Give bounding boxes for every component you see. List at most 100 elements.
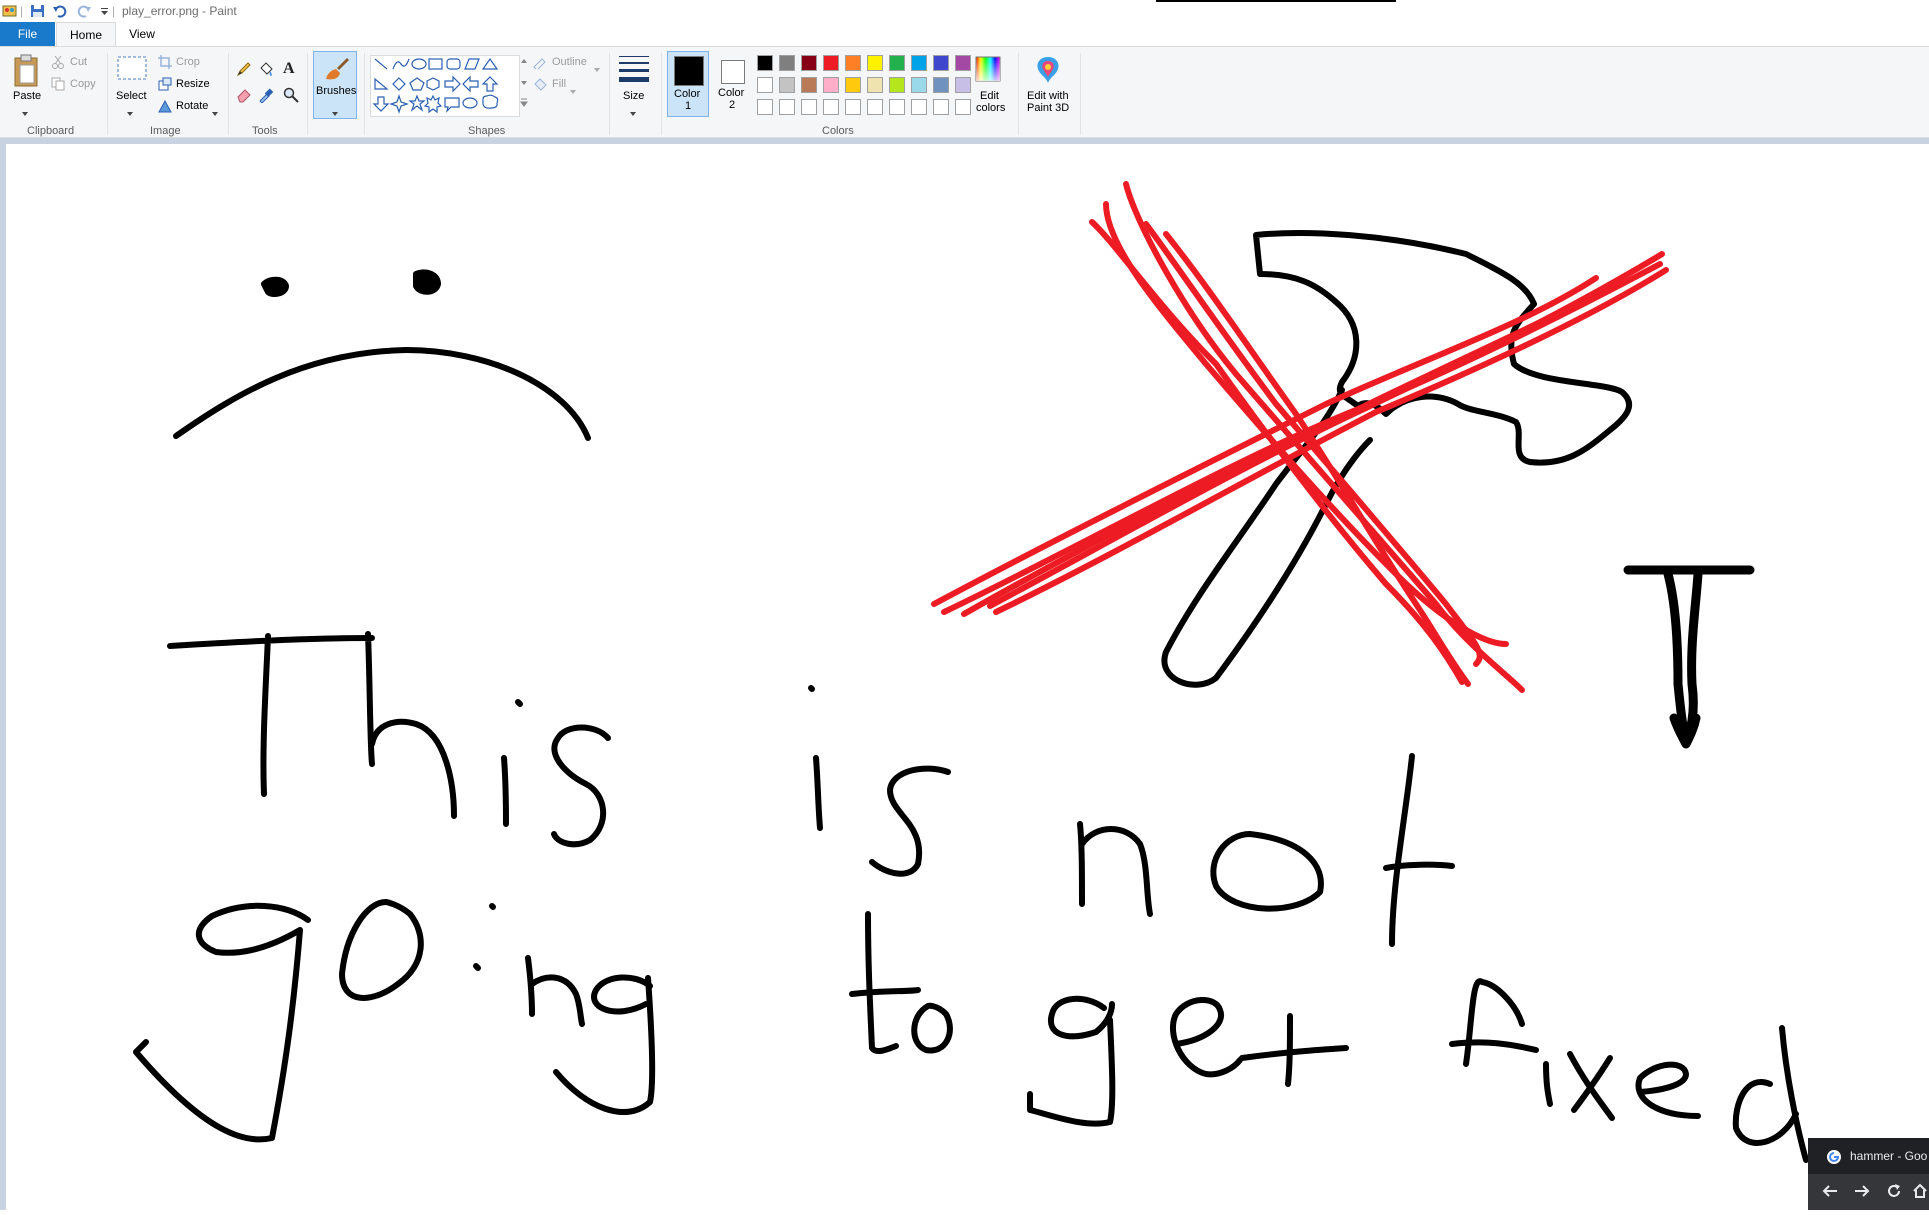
title-bar: | | play_error.png - Paint (0, 0, 1929, 22)
save-icon[interactable] (30, 3, 46, 18)
text-going-n (525, 955, 585, 1027)
palette-swatch[interactable] (801, 77, 817, 93)
paste-button[interactable] (12, 53, 42, 94)
palette-swatch[interactable] (911, 77, 927, 93)
text-fixed-x (1567, 1051, 1615, 1121)
palette-swatch[interactable] (845, 99, 861, 115)
color-picker-icon[interactable] (258, 87, 274, 108)
google-icon (1826, 1149, 1842, 1170)
shapes-group-label: Shapes (468, 125, 506, 137)
paste-label: Paste (13, 90, 42, 102)
magnifier-icon[interactable] (283, 87, 299, 108)
shapes-gallery[interactable] (370, 55, 520, 117)
palette-swatch[interactable] (845, 77, 861, 93)
palette-swatch[interactable] (823, 55, 839, 71)
paint3d-icon[interactable] (1034, 55, 1062, 90)
image-group-label: Image (150, 125, 181, 137)
crop-button[interactable]: Crop (176, 56, 200, 68)
divider (609, 53, 610, 135)
divider (661, 53, 662, 135)
palette-swatch[interactable] (757, 77, 773, 93)
color1-button[interactable]: Color 1 (667, 51, 709, 117)
text-tool-icon[interactable]: A (283, 60, 295, 78)
palette-swatch[interactable] (955, 55, 971, 71)
face-right-eye (413, 269, 441, 295)
resize-button[interactable]: Resize (176, 78, 210, 90)
resize-icon (158, 77, 172, 96)
palette-swatch[interactable] (889, 55, 905, 71)
brushes-button[interactable]: Brushes (313, 51, 357, 119)
divider (107, 53, 108, 135)
palette-swatch[interactable] (845, 55, 861, 71)
palette-swatch[interactable] (823, 99, 839, 115)
size-dropdown-icon[interactable] (630, 104, 638, 122)
customize-toolbar-icon[interactable] (100, 3, 110, 18)
palette-swatch[interactable] (779, 55, 795, 71)
palette-swatch[interactable] (757, 99, 773, 115)
copy-button[interactable]: Copy (70, 78, 96, 90)
palette-swatch[interactable] (955, 77, 971, 93)
drawing-canvas[interactable] (6, 144, 1929, 1210)
fill-bucket-icon[interactable] (258, 61, 274, 82)
browser-window-preview[interactable]: hammer - Goo (1808, 1138, 1929, 1210)
back-arrow-icon[interactable] (1822, 1184, 1838, 1203)
select-button[interactable] (116, 55, 148, 88)
red-cross (931, 181, 1669, 693)
palette-swatch[interactable] (867, 77, 883, 93)
text-get-g (1027, 995, 1116, 1127)
palette-swatch[interactable] (933, 99, 949, 115)
nail (1623, 565, 1755, 749)
browser-tab[interactable]: hammer - Goo (1808, 1138, 1929, 1174)
reload-icon[interactable] (1886, 1183, 1902, 1204)
palette-swatch[interactable] (823, 77, 839, 93)
fill-button[interactable]: Fill (552, 78, 566, 90)
forward-arrow-icon[interactable] (1854, 1184, 1870, 1203)
outline-button[interactable]: Outline (552, 56, 587, 68)
brushes-dropdown-icon[interactable] (332, 104, 340, 122)
tab-file[interactable]: File (0, 22, 55, 46)
face-left-eye (261, 276, 289, 297)
pencil-icon[interactable] (236, 61, 252, 82)
shapes-icons[interactable] (371, 56, 519, 116)
palette-swatch[interactable] (801, 99, 817, 115)
size-icon[interactable] (617, 53, 651, 88)
title-separator-2: | (112, 3, 116, 18)
undo-icon[interactable] (52, 3, 68, 18)
home-icon[interactable] (1912, 1183, 1928, 1204)
palette-swatch[interactable] (911, 55, 927, 71)
color1-swatch (674, 56, 704, 86)
tab-home[interactable]: Home (56, 22, 116, 46)
paint-app-icon[interactable] (2, 3, 18, 18)
cut-button[interactable]: Cut (70, 56, 87, 68)
eraser-icon[interactable] (236, 87, 252, 108)
rotate-button[interactable]: Rotate (176, 100, 208, 112)
palette-swatch[interactable] (779, 77, 795, 93)
outline-dropdown-icon[interactable] (594, 60, 602, 78)
text-this-i (501, 699, 523, 827)
shapes-scrollbar[interactable] (519, 55, 528, 115)
palette-swatch[interactable] (911, 99, 927, 115)
paste-dropdown-icon[interactable] (22, 104, 30, 122)
color2-button[interactable]: Color 2 (712, 51, 754, 117)
palette-swatch[interactable] (955, 99, 971, 115)
fill-dropdown-icon[interactable] (570, 82, 578, 100)
text-fixed-i (1543, 1061, 1553, 1107)
palette-swatch[interactable] (757, 55, 773, 71)
rotate-dropdown-icon[interactable] (212, 104, 220, 122)
edit-colors-icon[interactable] (974, 55, 1002, 88)
select-dropdown-icon[interactable] (127, 104, 135, 122)
palette-swatch[interactable] (801, 55, 817, 71)
palette-swatch[interactable] (867, 99, 883, 115)
size-label: Size (623, 90, 645, 102)
palette-swatch[interactable] (933, 77, 949, 93)
redo-icon[interactable] (76, 3, 92, 18)
palette-swatch[interactable] (779, 99, 795, 115)
text-is-i (813, 755, 823, 831)
text-fixed-d (1732, 1025, 1809, 1163)
palette-swatch[interactable] (933, 55, 949, 71)
palette-swatch[interactable] (867, 55, 883, 71)
palette-swatch[interactable] (889, 77, 905, 93)
palette-swatch[interactable] (889, 99, 905, 115)
tab-view[interactable]: View (117, 22, 167, 46)
divider (307, 53, 308, 135)
